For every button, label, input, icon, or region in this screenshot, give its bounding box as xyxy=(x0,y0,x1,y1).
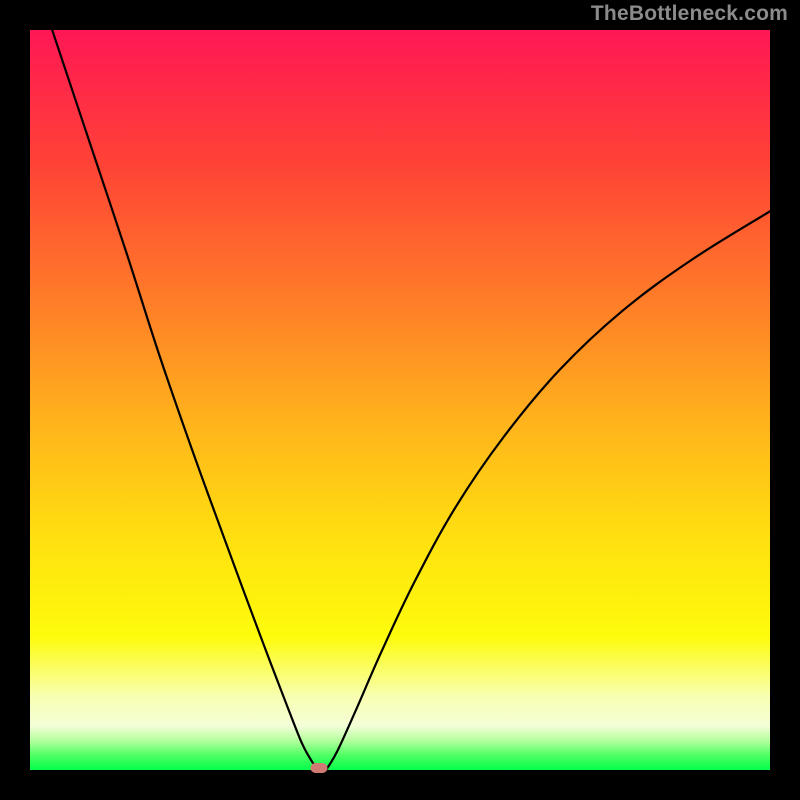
watermark-label: TheBottleneck.com xyxy=(591,2,788,26)
curve-right-branch xyxy=(326,211,770,770)
optimum-marker xyxy=(310,763,327,773)
chart-frame: TheBottleneck.com xyxy=(0,0,800,800)
curve-left-branch xyxy=(52,30,318,770)
bottleneck-curve xyxy=(30,30,770,770)
plot-area xyxy=(30,30,770,770)
